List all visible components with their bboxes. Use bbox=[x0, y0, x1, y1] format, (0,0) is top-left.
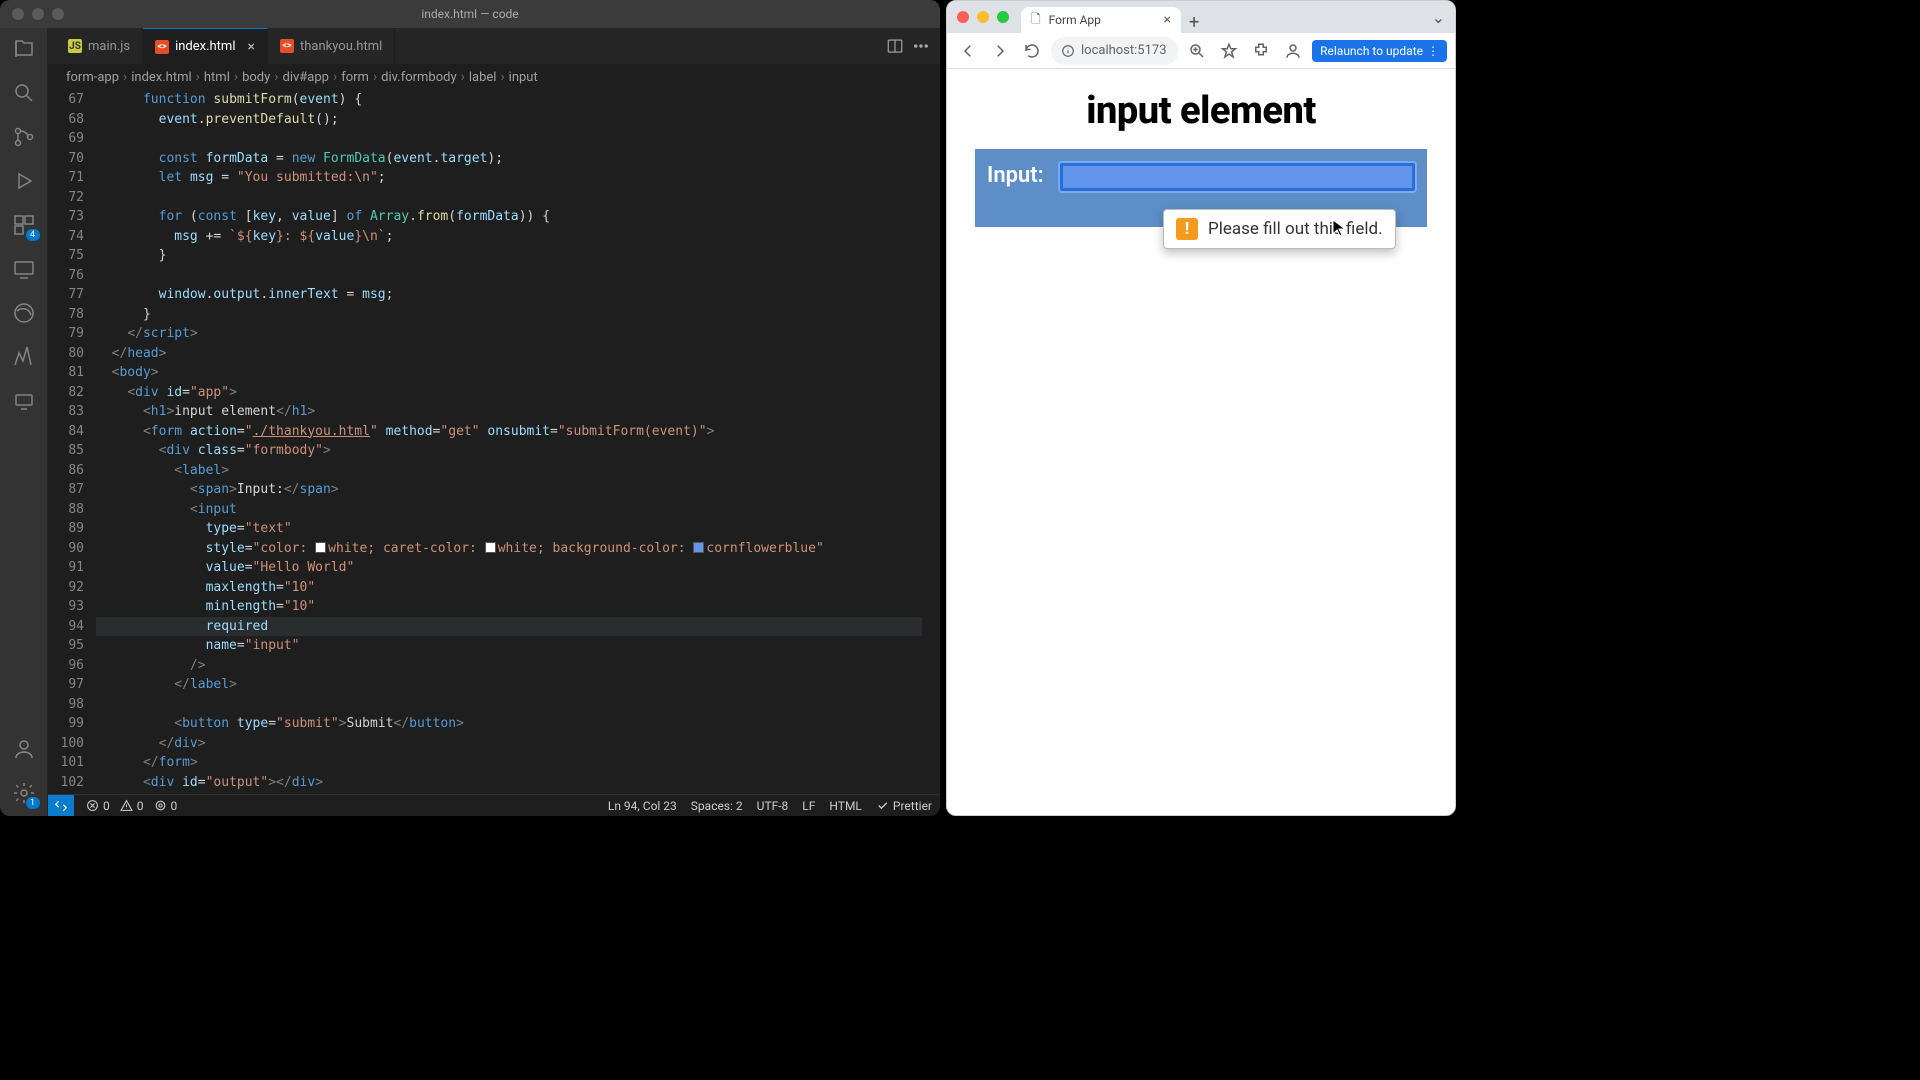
eol-status[interactable]: LF bbox=[802, 799, 815, 813]
maximize-dot[interactable] bbox=[52, 8, 64, 20]
new-tab-button[interactable]: + bbox=[1181, 12, 1207, 33]
site-info-icon[interactable] bbox=[1061, 44, 1075, 58]
close-dot[interactable] bbox=[12, 8, 24, 20]
more-actions-icon[interactable] bbox=[912, 37, 930, 55]
remote-explorer-icon[interactable] bbox=[11, 256, 37, 282]
kebab-icon: ⋮ bbox=[1427, 44, 1439, 58]
vscode-titlebar: index.html — code bbox=[0, 0, 940, 28]
accounts-icon[interactable] bbox=[11, 736, 37, 762]
reload-button[interactable] bbox=[1019, 38, 1045, 64]
page-title: input element bbox=[947, 89, 1455, 133]
browser-traffic-lights bbox=[957, 11, 1009, 23]
edge-tools-icon[interactable] bbox=[11, 300, 37, 326]
browser-tab[interactable]: 🗋 Form App × bbox=[1021, 7, 1181, 33]
window-title: index.html — code bbox=[421, 7, 518, 21]
extensions-icon[interactable] bbox=[1248, 38, 1274, 64]
remote-icon[interactable] bbox=[11, 388, 37, 414]
split-editor-icon[interactable] bbox=[886, 37, 904, 55]
settings-badge: 1 bbox=[26, 797, 40, 809]
minimize-dot[interactable] bbox=[32, 8, 44, 20]
browser-titlebar: 🗋 Form App × + ⌄ bbox=[947, 1, 1455, 33]
explorer-icon[interactable] bbox=[11, 36, 37, 62]
js-file-icon: JS bbox=[68, 39, 82, 53]
browser-window: 🗋 Form App × + ⌄ localhost:5173 Relaunch… bbox=[946, 0, 1456, 816]
language-status[interactable]: HTML bbox=[829, 799, 862, 813]
bookmark-icon[interactable] bbox=[1216, 38, 1242, 64]
vscode-window: index.html — code 4 1 JSmain.js <>index.… bbox=[0, 0, 940, 816]
expand-tabs-icon[interactable]: ⌄ bbox=[1432, 8, 1455, 27]
warnings-count[interactable]: 0 bbox=[120, 799, 144, 813]
source-control-icon[interactable] bbox=[11, 124, 37, 150]
address-bar[interactable]: localhost:5173 bbox=[1051, 37, 1178, 65]
extensions-icon[interactable]: 4 bbox=[11, 212, 37, 238]
breadcrumb[interactable]: form-app› index.html› html› body› div#ap… bbox=[48, 64, 940, 90]
html-file-icon: <> bbox=[280, 39, 294, 53]
close-icon[interactable]: × bbox=[1164, 12, 1171, 28]
traffic-lights bbox=[0, 8, 64, 20]
validation-tooltip: ! Please fill out this field. bbox=[1163, 209, 1396, 249]
close-dot[interactable] bbox=[957, 11, 969, 23]
warning-icon: ! bbox=[1176, 218, 1198, 240]
tab-index-html[interactable]: <>index.html× bbox=[143, 28, 268, 64]
activity-bar: 4 1 bbox=[0, 28, 48, 816]
tab-favicon: 🗋 bbox=[1031, 10, 1041, 31]
search-icon[interactable] bbox=[11, 80, 37, 106]
code-editor[interactable]: 6768697071727374757677787980818283848586… bbox=[48, 90, 940, 794]
html-file-icon: <> bbox=[155, 40, 169, 54]
ports-count[interactable]: 0 bbox=[154, 799, 178, 813]
tab-main-js[interactable]: JSmain.js bbox=[56, 28, 143, 64]
maximize-dot[interactable] bbox=[997, 11, 1009, 23]
indent-status[interactable]: Spaces: 2 bbox=[691, 799, 743, 813]
editor-tabs: JSmain.js <>index.html× <>thankyou.html bbox=[48, 28, 940, 64]
minimap[interactable] bbox=[922, 90, 940, 794]
settings-gear-icon[interactable]: 1 bbox=[11, 780, 37, 806]
profile-icon[interactable] bbox=[1280, 38, 1306, 64]
forward-button[interactable] bbox=[987, 38, 1013, 64]
status-bar: 0 0 0 Ln 94, Col 23 Spaces: 2 UTF-8 LF H… bbox=[48, 794, 940, 816]
code-content[interactable]: function submitForm(event) { event.preve… bbox=[96, 90, 940, 794]
input-label: Input: bbox=[987, 163, 1044, 188]
prettier-status[interactable]: Prettier bbox=[876, 799, 932, 813]
browser-toolbar: localhost:5173 Relaunch to update⋮ bbox=[947, 33, 1455, 69]
profiler-icon[interactable] bbox=[11, 344, 37, 370]
close-icon[interactable]: × bbox=[247, 40, 254, 54]
validation-message: Please fill out this field. bbox=[1208, 219, 1383, 239]
minimize-dot[interactable] bbox=[977, 11, 989, 23]
relaunch-button[interactable]: Relaunch to update⋮ bbox=[1312, 40, 1447, 62]
errors-count[interactable]: 0 bbox=[86, 799, 110, 813]
back-button[interactable] bbox=[955, 38, 981, 64]
zoom-icon[interactable] bbox=[1184, 38, 1210, 64]
encoding-status[interactable]: UTF-8 bbox=[757, 799, 789, 813]
run-debug-icon[interactable] bbox=[11, 168, 37, 194]
text-input[interactable] bbox=[1060, 163, 1415, 191]
url-text: localhost:5173 bbox=[1081, 43, 1167, 58]
tab-thankyou-html[interactable]: <>thankyou.html bbox=[268, 28, 395, 64]
remote-indicator[interactable] bbox=[48, 795, 74, 817]
cursor-position[interactable]: Ln 94, Col 23 bbox=[608, 799, 677, 813]
line-gutter: 6768697071727374757677787980818283848586… bbox=[48, 90, 96, 794]
browser-viewport: input element Input: ! Please fill out t… bbox=[947, 69, 1455, 815]
extensions-badge: 4 bbox=[26, 229, 40, 241]
